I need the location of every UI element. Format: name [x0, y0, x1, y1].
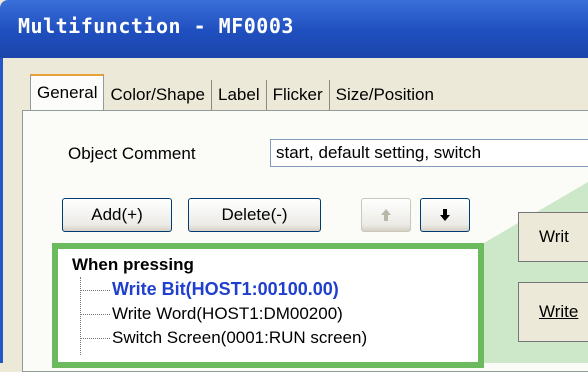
tab-size-position[interactable]: Size/Position	[330, 80, 440, 110]
right-action-label: Writ	[539, 227, 569, 246]
tab-label: Label	[218, 85, 260, 104]
action-tree[interactable]: When pressing Write Bit(HOST1:00100.00) …	[52, 243, 484, 368]
tree-item-write-word[interactable]: Write Word(HOST1:DM00200)	[80, 304, 343, 324]
tree-item-label: Write Bit(HOST1:00100.00)	[112, 279, 339, 299]
add-button[interactable]: Add(+)	[62, 198, 172, 232]
window-title: Multifunction - MF0003	[18, 14, 294, 38]
move-down-button[interactable]	[420, 198, 470, 232]
delete-button[interactable]: Delete(-)	[188, 198, 321, 232]
right-action-button-2[interactable]: Write	[518, 282, 588, 342]
add-button-label: Add(+)	[91, 205, 143, 224]
tab-label[interactable]: Label	[212, 80, 267, 110]
tab-label: Color/Shape	[110, 85, 205, 104]
tree-item-switch-screen[interactable]: Switch Screen(0001:RUN screen)	[80, 328, 367, 348]
tab-label: Flicker	[272, 85, 323, 104]
right-action-label: Write	[539, 302, 579, 321]
tree-item-label: Switch Screen(0001:RUN screen)	[112, 328, 368, 347]
arrow-down-icon	[440, 209, 450, 221]
object-comment-value: start, default setting, switch	[276, 143, 482, 162]
right-action-button-1[interactable]: Writ	[518, 212, 588, 262]
move-up-button[interactable]	[361, 198, 411, 232]
tree-root-label: When pressing	[72, 255, 194, 274]
tree-branch	[80, 338, 110, 340]
tab-color-shape[interactable]: Color/Shape	[104, 80, 212, 110]
tab-label: General	[37, 83, 98, 102]
tree-item-write-bit[interactable]: Write Bit(HOST1:00100.00)	[80, 279, 339, 300]
arrow-up-icon	[381, 209, 391, 221]
tree-item-label: Write Word(HOST1:DM00200)	[112, 304, 343, 323]
tab-strip: General Color/Shape Label Flicker Size/P…	[30, 74, 440, 110]
delete-button-label: Delete(-)	[221, 205, 288, 224]
object-comment-label: Object Comment	[68, 144, 196, 163]
object-comment-field[interactable]: start, default setting, switch	[270, 139, 588, 167]
tab-flicker[interactable]: Flicker	[267, 80, 330, 110]
tab-label: Size/Position	[335, 85, 434, 104]
title-bar[interactable]: Multifunction - MF0003	[0, 0, 588, 58]
tree-branch	[80, 314, 110, 316]
tab-general[interactable]: General	[30, 74, 105, 110]
tree-branch	[80, 289, 110, 291]
